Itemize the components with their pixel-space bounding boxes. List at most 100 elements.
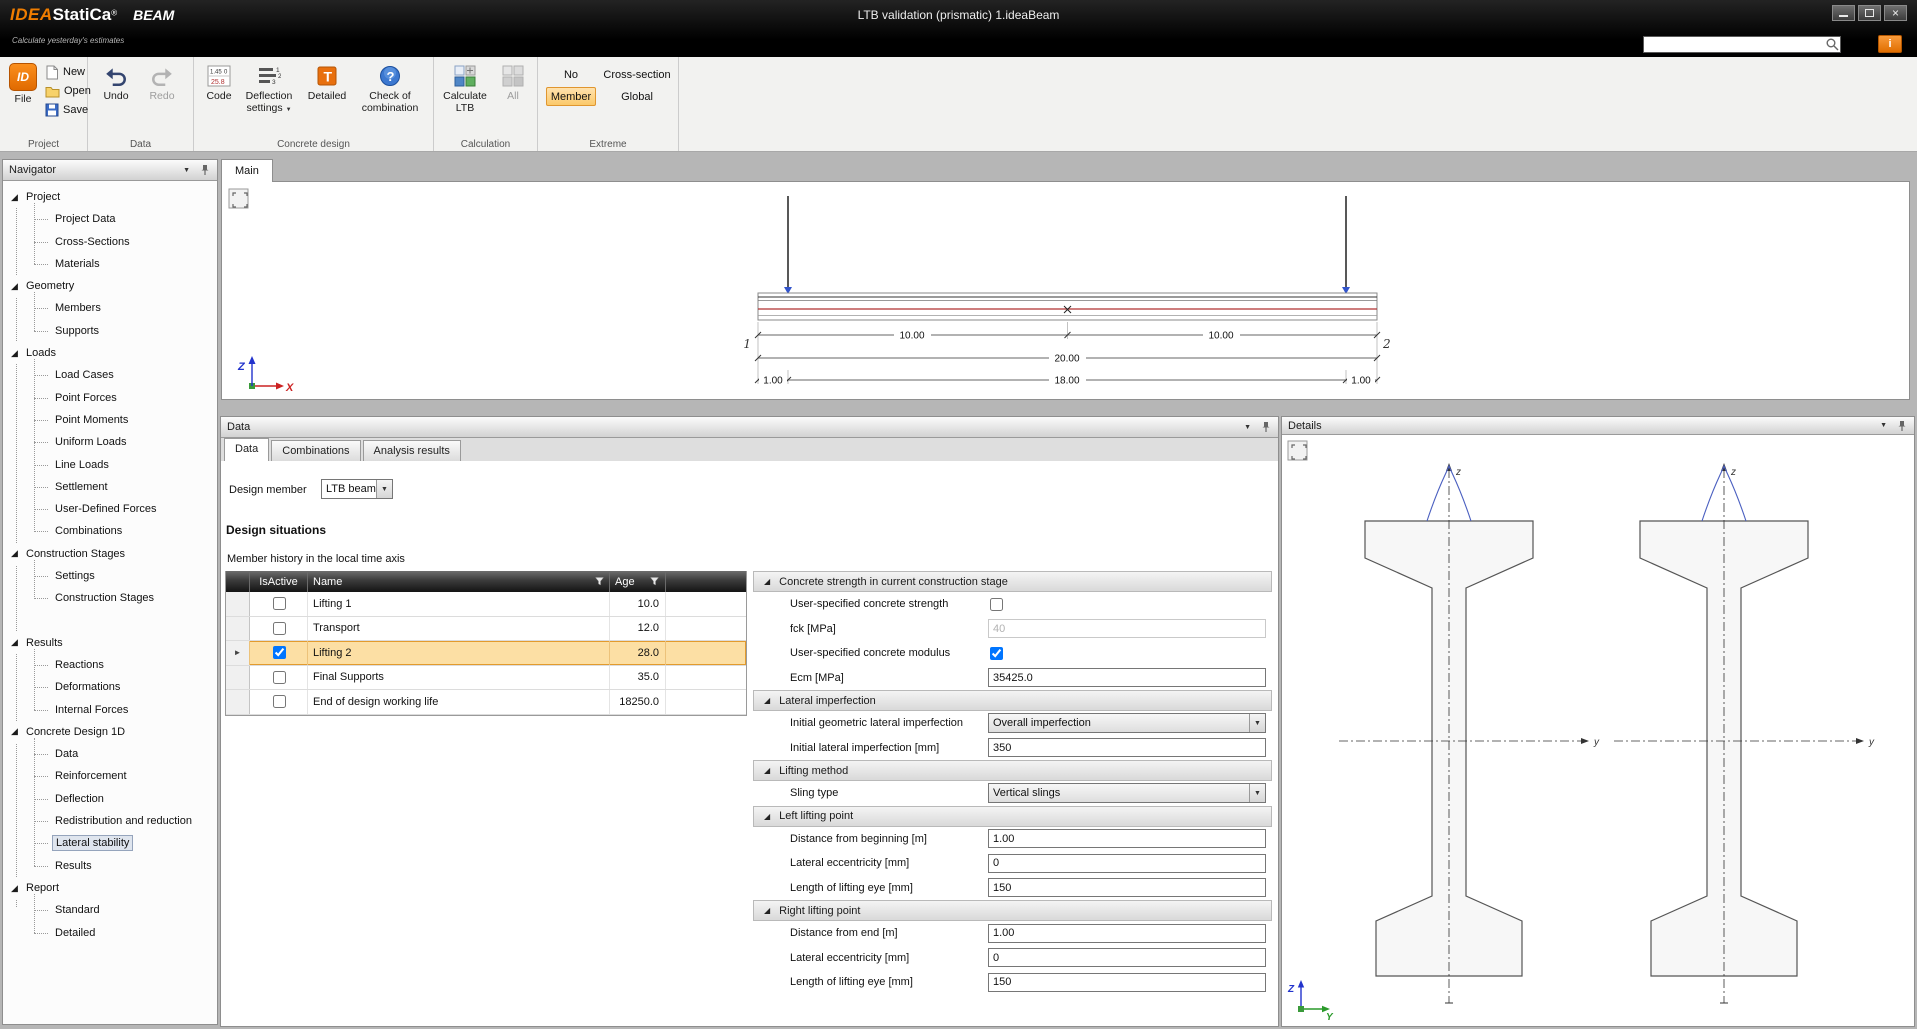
column-header-age[interactable]: Age (610, 571, 666, 592)
isactive-checkbox[interactable] (273, 597, 286, 610)
tab-main[interactable]: Main (221, 159, 273, 182)
nav-item-point-forces[interactable]: Point Forces (34, 387, 217, 409)
nav-item-reinforcement[interactable]: Reinforcement (34, 765, 217, 787)
table-row[interactable]: End of design working life 18250.0 (226, 690, 746, 715)
pin-icon[interactable] (199, 164, 211, 176)
open-button[interactable]: Open (45, 82, 91, 100)
nav-section-geometry[interactable]: ◢Geometry (3, 275, 217, 297)
column-header-isactive[interactable]: IsActive (250, 571, 308, 592)
group-header-concrete-strength[interactable]: ◢Concrete strength in current constructi… (753, 571, 1272, 592)
chevron-down-icon[interactable]: ▼ (183, 167, 190, 174)
sling-type-select[interactable]: Vertical slings ▼ (988, 783, 1266, 803)
tab-analysis-results[interactable]: Analysis results (363, 440, 461, 461)
table-row[interactable]: Transport 12.0 (226, 617, 746, 642)
pin-icon[interactable] (1896, 420, 1908, 432)
user-specified-strength-checkbox[interactable] (990, 598, 1003, 611)
extreme-global-button[interactable]: Global (600, 87, 674, 106)
expand-view-button[interactable] (229, 189, 248, 208)
nav-section-report[interactable]: ◢Report (3, 877, 217, 899)
check-of-combination-button[interactable]: ? Check ofcombination (352, 61, 428, 137)
right-lifting-eye-length-input[interactable] (988, 973, 1266, 992)
nav-item-standard[interactable]: Standard (34, 899, 217, 921)
tab-combinations[interactable]: Combinations (271, 440, 360, 461)
chevron-down-icon[interactable]: ▼ (1244, 424, 1251, 431)
expand-icon: ◢ (764, 906, 770, 915)
nav-item-line-loads[interactable]: Line Loads (34, 454, 217, 476)
file-button[interactable]: ID File (4, 60, 42, 138)
left-lifting-eye-length-input[interactable] (988, 878, 1266, 897)
design-member-select[interactable]: LTB beam ▼ (321, 479, 393, 499)
nav-item-reactions[interactable]: Reactions (34, 654, 217, 676)
group-header-left-lifting-point[interactable]: ◢Left lifting point (753, 806, 1272, 827)
expand-view-button[interactable] (1288, 441, 1307, 460)
calculate-ltb-button[interactable]: CalculateLTB (440, 61, 490, 137)
undo-button[interactable]: Undo (95, 61, 137, 137)
help-button[interactable]: i (1878, 35, 1902, 53)
search-icon[interactable] (1825, 37, 1840, 52)
nav-item-user-defined-forces[interactable]: User-Defined Forces (34, 498, 217, 520)
nav-item-materials[interactable]: Materials (34, 253, 217, 275)
save-button[interactable]: Save (45, 101, 88, 119)
nav-item-cross-sections[interactable]: Cross-Sections (34, 231, 217, 253)
nav-section-concrete-design-1d[interactable]: ◢Concrete Design 1D (3, 721, 217, 743)
table-row[interactable]: Final Supports 35.0 (226, 666, 746, 691)
nav-item-point-moments[interactable]: Point Moments (34, 409, 217, 431)
isactive-checkbox[interactable] (273, 646, 286, 659)
nav-item-data[interactable]: Data (34, 743, 217, 765)
nav-item-uniform-loads[interactable]: Uniform Loads (34, 431, 217, 453)
extreme-member-button[interactable]: Member (546, 87, 596, 106)
nav-item-deflection[interactable]: Deflection (34, 788, 217, 810)
beam-viewport: 1 2 10.00 10.00 20.00 (221, 181, 1910, 400)
nav-item-redistribution-and-reduction[interactable]: Redistribution and reduction (34, 810, 217, 832)
search-input[interactable] (1644, 38, 1825, 51)
chevron-down-icon[interactable]: ▼ (1880, 422, 1887, 429)
group-header-lateral-imperfection[interactable]: ◢Lateral imperfection (753, 690, 1272, 711)
right-lateral-eccentricity-input[interactable] (988, 948, 1266, 967)
nav-item-members[interactable]: Members (34, 297, 217, 319)
nav-item-load-cases[interactable]: Load Cases (34, 364, 217, 386)
nav-section-project[interactable]: ◢Project (3, 186, 217, 208)
user-specified-modulus-checkbox[interactable] (990, 647, 1003, 660)
nav-item-combinations[interactable]: Combinations (34, 520, 217, 542)
isactive-checkbox[interactable] (273, 695, 286, 708)
filter-icon[interactable] (595, 577, 604, 586)
distance-from-beginning-input[interactable] (988, 829, 1266, 848)
minimize-button[interactable] (1832, 5, 1855, 21)
nav-section-results[interactable]: ◢Results (3, 632, 217, 654)
initial-geometric-imperfection-select[interactable]: Overall imperfection ▼ (988, 713, 1266, 733)
filter-icon[interactable] (650, 577, 659, 586)
close-button[interactable]: × (1884, 5, 1907, 21)
code-button[interactable]: 1.45025.8 Code (202, 61, 236, 137)
table-row-selected[interactable]: ► Lifting 2 28.0 (226, 641, 746, 666)
maximize-button[interactable] (1858, 5, 1881, 21)
nav-item-internal-forces[interactable]: Internal Forces (34, 699, 217, 721)
column-header-name[interactable]: Name (308, 571, 610, 592)
nav-item-deformations[interactable]: Deformations (34, 676, 217, 698)
initial-lateral-imperfection-input[interactable] (988, 738, 1266, 757)
table-row[interactable]: Lifting 1 10.0 (226, 592, 746, 617)
new-button[interactable]: New (45, 63, 85, 81)
group-header-right-lifting-point[interactable]: ◢Right lifting point (753, 900, 1272, 921)
nav-item-lateral-stability[interactable]: Lateral stability (34, 832, 217, 854)
deflection-settings-button[interactable]: 123 Deflectionsettings ▼ (238, 61, 300, 137)
left-lateral-eccentricity-input[interactable] (988, 854, 1266, 873)
nav-item-construction-stages[interactable]: Construction Stages (34, 587, 217, 609)
nav-item-supports[interactable]: Supports (34, 320, 217, 342)
group-header-lifting-method[interactable]: ◢Lifting method (753, 760, 1272, 781)
detailed-button[interactable]: T Detailed (304, 61, 350, 137)
nav-section-construction-stages[interactable]: ◢Construction Stages (3, 543, 217, 565)
extreme-cross-section-button[interactable]: Cross-section (600, 65, 674, 84)
nav-item-settlement[interactable]: Settlement (34, 476, 217, 498)
nav-item-project-data[interactable]: Project Data (34, 208, 217, 230)
distance-from-end-input[interactable] (988, 924, 1266, 943)
isactive-checkbox[interactable] (273, 671, 286, 684)
nav-section-loads[interactable]: ◢Loads (3, 342, 217, 364)
isactive-checkbox[interactable] (273, 622, 286, 635)
ecm-input[interactable] (988, 668, 1266, 687)
extreme-no-button[interactable]: No (546, 65, 596, 84)
nav-item-settings[interactable]: Settings (34, 565, 217, 587)
tab-data[interactable]: Data (224, 438, 269, 461)
nav-item-detailed[interactable]: Detailed (34, 922, 217, 944)
pin-icon[interactable] (1260, 421, 1272, 433)
nav-item-results[interactable]: Results (34, 855, 217, 877)
